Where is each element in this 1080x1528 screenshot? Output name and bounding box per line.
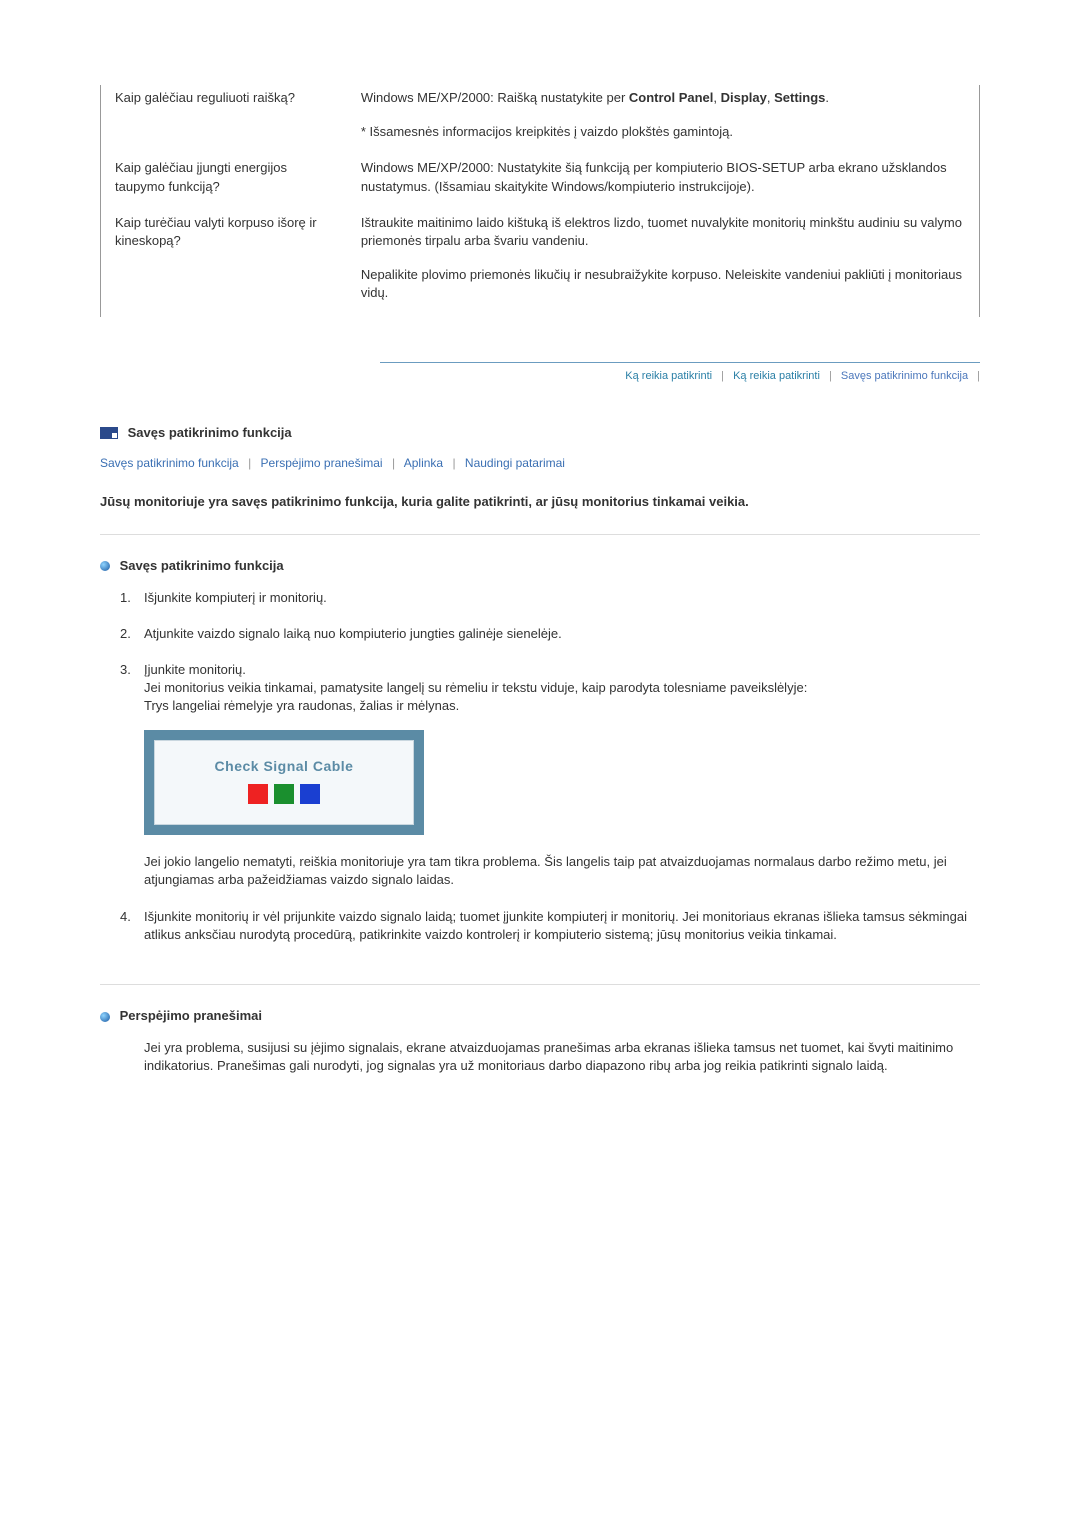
list-item: 4. Išjunkite monitorių ir vėl prijunkite… <box>124 908 980 944</box>
section-title: Savęs patikrinimo funkcija <box>128 424 292 442</box>
faq-answer: Windows ME/XP/2000: Nustatykite šią funk… <box>347 155 979 209</box>
sub-heading: Savęs patikrinimo funkcija <box>100 557 980 575</box>
text: Windows ME/XP/2000: Nustatykite šią funk… <box>361 159 965 195</box>
faq-row: Kaip galėčiau įjungti energijos taupymo … <box>101 155 979 209</box>
bold-text: Display <box>721 90 767 105</box>
anchor-link[interactable]: Savęs patikrinimo funkcija <box>100 456 239 470</box>
inner-links: Savęs patikrinimo funkcija | Perspėjimo … <box>100 455 980 472</box>
bold-text: Settings <box>774 90 825 105</box>
step-text: Jei monitorius veikia tinkamai, pamatysi… <box>144 680 807 695</box>
signal-cable-box: Check Signal Cable <box>144 730 424 836</box>
separator: | <box>977 370 980 382</box>
heading-text: Savęs patikrinimo funkcija <box>120 558 284 573</box>
text: . <box>825 90 829 105</box>
faq-note: * Išsamesnės informacijos kreipkitės į v… <box>361 123 965 141</box>
tab-link[interactable]: Ką reikia patikrinti <box>619 370 718 382</box>
bullet-icon <box>100 1012 110 1022</box>
intro-text: Jūsų monitoriuje yra savęs patikrinimo f… <box>100 493 980 511</box>
section-icon <box>100 427 118 439</box>
faq-answer: Ištraukite maitinimo laido kištuką iš el… <box>347 210 979 317</box>
body-block: Jei yra problema, susijusi su įėjimo sig… <box>100 1039 980 1075</box>
separator: | <box>446 456 461 470</box>
warning-section: Perspėjimo pranešimai Jei yra problema, … <box>100 1007 980 1076</box>
red-square-icon <box>248 784 268 804</box>
step-text: Išjunkite kompiuterį ir monitorių. <box>144 590 327 605</box>
sub-heading: Perspėjimo pranešimai <box>100 1007 980 1025</box>
signal-label: Check Signal Cable <box>167 757 401 777</box>
divider <box>100 984 980 985</box>
tabs-bar: Ką reikia patikrinti | Ką reikia patikri… <box>380 362 980 384</box>
text: Windows ME/XP/2000: Raišką nustatykite p… <box>361 90 629 105</box>
separator: | <box>242 456 257 470</box>
divider <box>100 534 980 535</box>
color-squares <box>167 784 401 804</box>
step-text: Trys langeliai rėmelyje yra raudonas, ža… <box>144 698 459 713</box>
faq-question: Kaip turėčiau valyti korpuso išorę ir ki… <box>101 210 347 317</box>
blue-square-icon <box>300 784 320 804</box>
anchor-link[interactable]: Perspėjimo pranešimai <box>261 456 383 470</box>
text: , <box>713 90 720 105</box>
step-after-text: Jei jokio langelio nematyti, reiškia mon… <box>144 853 980 889</box>
separator: | <box>829 370 832 382</box>
list-item: 2. Atjunkite vaizdo signalo laiką nuo ko… <box>124 625 980 643</box>
step-text: Atjunkite vaizdo signalo laiką nuo kompi… <box>144 626 562 641</box>
signal-inner: Check Signal Cable <box>154 740 414 826</box>
bullet-icon <box>100 561 110 571</box>
faq-row: Kaip galėčiau reguliuoti raišką? Windows… <box>101 85 979 155</box>
body-text: Jei yra problema, susijusi su įėjimo sig… <box>144 1039 980 1075</box>
step-number: 1. <box>120 589 131 607</box>
text: Nepalikite plovimo priemonės likučių ir … <box>361 266 965 302</box>
faq-question: Kaip galėčiau įjungti energijos taupymo … <box>101 155 347 209</box>
step-number: 2. <box>120 625 131 643</box>
step-number: 3. <box>120 661 131 679</box>
anchor-link[interactable]: Naudingi patarimai <box>465 456 565 470</box>
faq-answer: Windows ME/XP/2000: Raišką nustatykite p… <box>347 85 979 155</box>
list-item: 3. Įjunkite monitorių. Jei monitorius ve… <box>124 661 980 890</box>
faq-row: Kaip turėčiau valyti korpuso išorę ir ki… <box>101 210 979 317</box>
section-header: Savęs patikrinimo funkcija <box>100 424 980 443</box>
separator: | <box>386 456 401 470</box>
step-text: Išjunkite monitorių ir vėl prijunkite va… <box>144 909 967 942</box>
bold-text: Control Panel <box>629 90 714 105</box>
step-list: 1. Išjunkite kompiuterį ir monitorių. 2.… <box>100 589 980 944</box>
heading-text: Perspėjimo pranešimai <box>120 1008 262 1023</box>
faq-question: Kaip galėčiau reguliuoti raišką? <box>101 85 347 155</box>
text: Ištraukite maitinimo laido kištuką iš el… <box>361 214 965 250</box>
tab-link-active[interactable]: Savęs patikrinimo funkcija <box>835 370 974 382</box>
separator: | <box>721 370 724 382</box>
faq-table: Kaip galėčiau reguliuoti raišką? Windows… <box>100 85 980 317</box>
tab-link[interactable]: Ką reikia patikrinti <box>727 370 826 382</box>
step-text: Įjunkite monitorių. <box>144 662 246 677</box>
green-square-icon <box>274 784 294 804</box>
anchor-link[interactable]: Aplinka <box>404 456 443 470</box>
step-number: 4. <box>120 908 131 926</box>
list-item: 1. Išjunkite kompiuterį ir monitorių. <box>124 589 980 607</box>
